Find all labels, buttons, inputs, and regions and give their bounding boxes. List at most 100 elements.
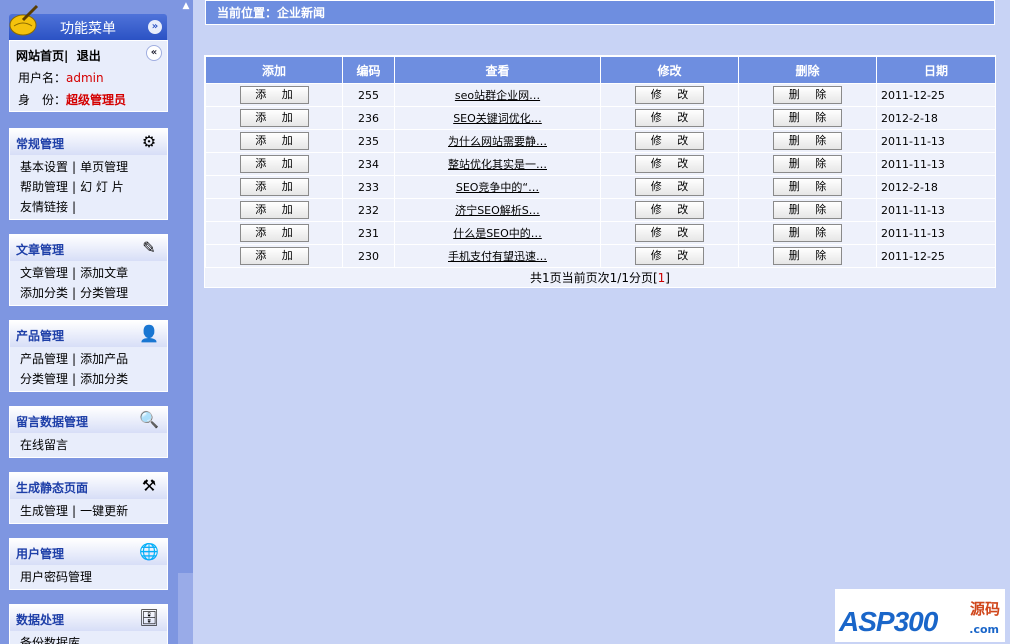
delete-button[interactable]: 删 除 — [773, 201, 842, 219]
group-header[interactable]: 留言数据管理 🔍 — [10, 407, 167, 433]
add-cell: 添 加 — [205, 83, 343, 107]
edit-button[interactable]: 修 改 — [635, 155, 704, 173]
delete-button[interactable]: 删 除 — [773, 178, 842, 196]
delete-button[interactable]: 删 除 — [773, 155, 842, 173]
sidebar-scrollbar[interactable] — [178, 0, 193, 644]
menu-product-category[interactable]: 分类管理 — [20, 372, 68, 386]
edit-button[interactable]: 修 改 — [635, 247, 704, 265]
table-row: 添 加 234 整站优化其实是一… 修 改 删 除 2011-11-13 — [205, 152, 996, 176]
table-row: 添 加 235 为什么网站需要静… 修 改 删 除 2011-11-13 — [205, 129, 996, 153]
menu-generate-manage[interactable]: 生成管理 — [20, 504, 68, 518]
date-cell: 2011-12-25 — [876, 83, 996, 107]
menu-product-manage[interactable]: 产品管理 — [20, 352, 68, 366]
edit-button[interactable]: 修 改 — [635, 86, 704, 104]
menu-slideshow[interactable]: 幻 灯 片 — [80, 180, 124, 194]
add-button[interactable]: 添 加 — [239, 201, 309, 219]
nav-separator: | — [64, 49, 69, 63]
col-id: 编码 — [342, 56, 395, 84]
edit-button[interactable]: 修 改 — [635, 109, 704, 127]
scrollbar-thumb[interactable] — [178, 573, 193, 644]
menu-single-page[interactable]: 单页管理 — [80, 160, 128, 174]
view-link[interactable]: 手机支付有望迅速… — [448, 250, 547, 263]
add-cell: 添 加 — [205, 198, 343, 222]
group-articles: 文章管理 ✎ 文章管理 | 添加文章 添加分类 | 分类管理 — [9, 234, 168, 306]
edit-button[interactable]: 修 改 — [635, 224, 704, 242]
group-title: 产品管理 — [16, 329, 65, 343]
edit-cell: 修 改 — [600, 83, 739, 107]
delete-button[interactable]: 删 除 — [773, 224, 842, 242]
menu-category-manage[interactable]: 分类管理 — [80, 286, 128, 300]
add-button[interactable]: 添 加 — [239, 109, 309, 127]
delete-cell: 删 除 — [738, 244, 877, 268]
view-link[interactable]: SEO竞争中的“… — [456, 181, 539, 194]
collapse-all-icon[interactable]: » — [148, 20, 162, 34]
username-value: admin — [66, 71, 104, 85]
edit-cell: 修 改 — [600, 198, 739, 222]
menu-backup-db[interactable]: 备份数据库 — [20, 636, 80, 644]
menu-help[interactable]: 帮助管理 — [20, 180, 68, 194]
menu-basic-settings[interactable]: 基本设置 — [20, 160, 68, 174]
view-link[interactable]: 整站优化其实是一… — [448, 158, 547, 171]
group-static: 生成静态页面 ⚒ 生成管理 | 一键更新 — [9, 472, 168, 524]
menu-add-category[interactable]: 添加分类 — [20, 286, 68, 300]
menu-password-manage[interactable]: 用户密码管理 — [20, 570, 92, 584]
add-button[interactable]: 添 加 — [239, 178, 309, 196]
menu-friend-links[interactable]: 友情链接 — [20, 200, 68, 214]
table-row: 添 加 255 seo站群企业网… 修 改 删 除 2011-12-25 — [205, 83, 996, 107]
delete-cell: 删 除 — [738, 198, 877, 222]
news-list-panel: 添加 编码 查看 修改 删除 日期 添 加 255 seo站群企业网… 修 改删 除2… — [204, 55, 996, 288]
id-cell: 232 — [342, 198, 395, 222]
edit-button[interactable]: 修 改 — [635, 201, 704, 219]
delete-cell: 删 除 — [738, 152, 877, 176]
menu-online-messages[interactable]: 在线留言 — [20, 438, 68, 452]
table-row: 添 加 232 济宁SEO解析S… 修 改 删 除 2011-11-13 — [205, 198, 996, 222]
home-link[interactable]: 网站首页 — [16, 49, 64, 63]
top-nav: 网站首页| 退出 — [16, 47, 101, 64]
delete-button[interactable]: 删 除 — [773, 247, 842, 265]
add-cell: 添 加 — [205, 129, 343, 153]
table-row: 添 加 231 什么是SEO中的… 修 改 删 除 2011-11-13 — [205, 221, 996, 245]
edit-button[interactable]: 修 改 — [635, 178, 704, 196]
delete-cell: 删 除 — [738, 106, 877, 130]
view-link[interactable]: seo站群企业网… — [455, 89, 540, 102]
add-button[interactable]: 添 加 — [239, 132, 309, 150]
group-header[interactable]: 产品管理 👤 — [10, 321, 167, 347]
delete-button[interactable]: 删 除 — [773, 109, 842, 127]
title-cell: 济宁SEO解析S… — [394, 198, 601, 222]
view-link[interactable]: 济宁SEO解析S… — [455, 204, 540, 217]
menu-add-product-category[interactable]: 添加分类 — [80, 372, 128, 386]
pagination: 共1页当前页次1/1分页[1] — [205, 268, 995, 288]
group-header[interactable]: 数据处理 🗄 — [10, 605, 167, 631]
double-left-arrow-icon[interactable]: « — [146, 45, 162, 61]
group-header[interactable]: 用户管理 🌐 — [10, 539, 167, 565]
group-title: 生成静态页面 — [16, 481, 89, 495]
pagination-close: ] — [665, 271, 670, 285]
logout-link[interactable]: 退出 — [77, 49, 101, 63]
menu-article-manage[interactable]: 文章管理 — [20, 266, 68, 280]
group-general: 常规管理 ⚙ 基本设置 | 单页管理 帮助管理 | 幻 灯 片 友情链接 | — [9, 128, 168, 220]
edit-button[interactable]: 修 改 — [635, 132, 704, 150]
group-header[interactable]: 生成静态页面 ⚒ — [10, 473, 167, 499]
group-header[interactable]: 文章管理 ✎ — [10, 235, 167, 261]
view-link[interactable]: SEO关键词优化… — [453, 112, 542, 125]
role-label: 身 份： — [18, 93, 67, 107]
delete-button[interactable]: 删 除 — [773, 132, 842, 150]
menu-add-article[interactable]: 添加文章 — [80, 266, 128, 280]
menu-one-click-update[interactable]: 一键更新 — [80, 504, 128, 518]
delete-button[interactable]: 删 除 — [773, 86, 842, 104]
add-button[interactable]: 添 加 — [239, 155, 309, 173]
add-button[interactable]: 添 加 — [239, 247, 309, 265]
title-cell: 为什么网站需要静… — [394, 129, 601, 153]
view-link[interactable]: 为什么网站需要静… — [448, 135, 547, 148]
scroll-up-arrow-icon[interactable]: ▲ — [181, 0, 191, 12]
add-button[interactable]: 添 加 — [239, 224, 309, 242]
group-header[interactable]: 常规管理 ⚙ — [10, 129, 167, 155]
edit-cell: 修 改 — [600, 106, 739, 130]
menu-add-product[interactable]: 添加产品 — [80, 352, 128, 366]
edit-cell: 修 改 — [600, 175, 739, 199]
add-button[interactable]: 添 加 — [239, 86, 309, 104]
search-icon: 🔍 — [139, 410, 159, 429]
user-panel: 网站首页| 退出 « 用户名：admin 身 份：超级管理员 — [9, 40, 168, 112]
date-cell: 2011-11-13 — [876, 198, 996, 222]
view-link[interactable]: 什么是SEO中的… — [453, 227, 542, 240]
